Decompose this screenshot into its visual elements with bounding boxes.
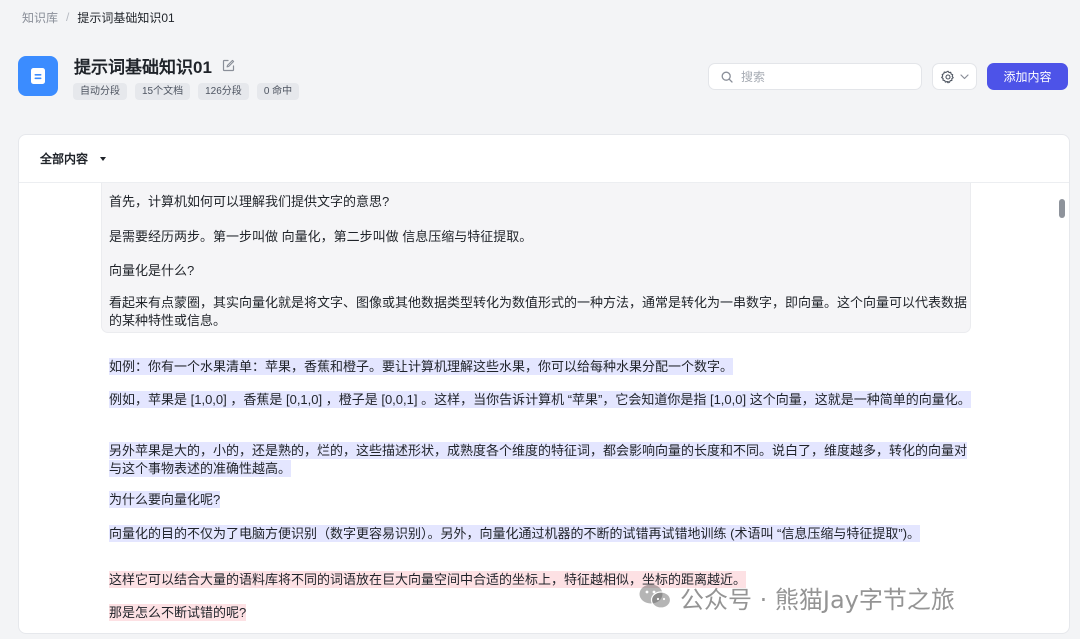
segment-paragraph: 另外苹果是大的，小的，还是熟的，烂的，这些描述形状，成熟度各个维度的特征词，都会… <box>109 442 971 477</box>
content-panel: 全部内容 首先，计算机如何可以理解我们提供文字的意思? 是需要经历两步。第一步叫… <box>18 134 1070 634</box>
segment-paragraph: 如例：你有一个水果清单：苹果，香蕉和橙子。要让计算机理解这些水果，你可以给每种水… <box>109 358 969 376</box>
segment-paragraph: 向量化是什么? <box>109 263 195 278</box>
segment-paragraph: 首先，计算机如何可以理解我们提供文字的意思? <box>109 194 390 209</box>
highlighted-text: 那是怎么不断试错的呢? <box>109 604 247 621</box>
search-box[interactable] <box>708 63 922 90</box>
watermark: 公众号 · 熊猫Jay字节之旅 <box>638 579 955 615</box>
highlighted-text: 为什么要向量化呢? <box>109 491 221 508</box>
edit-icon[interactable] <box>222 58 236 72</box>
tag-document-count: 15个文档 <box>135 83 191 100</box>
tag-segment-mode: 自动分段 <box>73 83 127 100</box>
kb-tags: 自动分段 15个文档 126分段 0 命中 <box>73 83 300 100</box>
wechat-icon <box>638 583 672 611</box>
caret-down-icon <box>100 156 107 161</box>
page-title: 提示词基础知识01 <box>74 57 212 77</box>
breadcrumb-current: 提示词基础知识01 <box>77 10 175 25</box>
scrollbar[interactable] <box>1053 183 1069 633</box>
kb-title-row: 提示词基础知识01 <box>74 54 236 77</box>
chevron-down-icon <box>959 73 969 80</box>
breadcrumb-knowledge-base[interactable]: 知识库 <box>22 9 58 26</box>
segment-paragraph: 看起来有点蒙圈，其实向量化就是将文字、图像或其他数据类型转化为数值形式的一种方法… <box>109 295 968 328</box>
search-input[interactable] <box>741 69 901 84</box>
gear-icon <box>940 70 955 84</box>
breadcrumb-separator: / <box>66 10 70 24</box>
segment-paragraph: 例如，苹果是 [1,0,0] ，香蕉是 [0,1,0] ，橙子是 [0,0,1]… <box>109 391 971 409</box>
scrollbar-thumb[interactable] <box>1059 199 1065 218</box>
tag-hit-count: 0 命中 <box>256 83 300 100</box>
tag-segment-count: 126分段 <box>198 83 249 100</box>
document-icon <box>18 56 58 96</box>
highlighted-text: 向量化的目的不仅为了电脑方便识别（数字更容易识别）。另外，向量化通过机器的不断的… <box>109 525 921 542</box>
add-content-button[interactable]: 添加内容 <box>987 63 1068 90</box>
content-filter-label: 全部内容 <box>40 152 89 166</box>
settings-button[interactable] <box>932 63 977 90</box>
highlighted-text: 例如，苹果是 [1,0,0] ，香蕉是 [0,1,0] ，橙子是 [0,0,1]… <box>109 391 971 408</box>
segment-paragraph: 为什么要向量化呢? <box>109 491 969 509</box>
search-icon <box>721 71 733 83</box>
content-filter-dropdown[interactable]: 全部内容 <box>19 135 1069 183</box>
highlighted-text: 如例：你有一个水果清单：苹果，香蕉和橙子。要让计算机理解这些水果，你可以给每种水… <box>109 358 734 375</box>
watermark-text: 公众号 · 熊猫Jay字节之旅 <box>680 585 955 614</box>
segment-paragraph: 向量化的目的不仅为了电脑方便识别（数字更容易识别）。另外，向量化通过机器的不断的… <box>109 525 969 543</box>
highlighted-text: 另外苹果是大的，小的，还是熟的，烂的，这些描述形状，成熟度各个维度的特征词，都会… <box>109 442 968 477</box>
segment-paragraph: 是需要经历两步。第一步叫做 向量化，第二步叫做 信息压缩与特征提取。 <box>109 229 533 244</box>
breadcrumb: 知识库 / 提示词基础知识01 <box>22 9 175 25</box>
